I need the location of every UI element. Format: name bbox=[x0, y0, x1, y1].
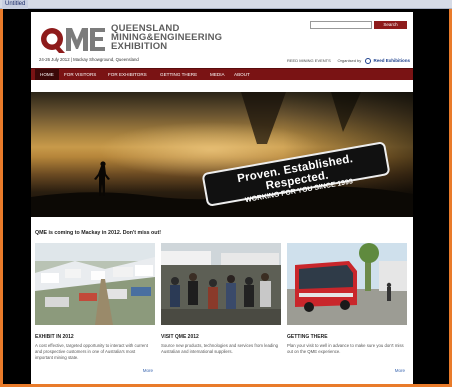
main-nav: HOME FOR VISITORS FOR EXHIBITORS GETTING… bbox=[31, 68, 413, 80]
column-visit: VISIT QME 2012 Source new products, tech… bbox=[161, 243, 281, 354]
logo-wordmark: QUEENSLAND MINING&ENGINEERING EXHIBITION bbox=[111, 24, 222, 52]
web-page: QUEENSLAND MINING&ENGINEERING EXHIBITION… bbox=[31, 12, 413, 384]
nav-item-home[interactable]: HOME bbox=[35, 69, 59, 80]
intro-text: QME is coming to Mackay in 2012. Don't m… bbox=[35, 230, 162, 236]
exhibit-more-link[interactable]: More bbox=[143, 368, 153, 373]
exhibit-photo[interactable] bbox=[35, 243, 155, 325]
sponsor-organised-label: Organised by bbox=[337, 58, 362, 64]
getting-there-more-link[interactable]: More bbox=[395, 368, 405, 373]
getting-there-text: Plan your visit to well in advance to ma… bbox=[287, 343, 404, 354]
getting-there-title[interactable]: GETTING THERE bbox=[287, 334, 328, 340]
search-input[interactable] bbox=[310, 21, 372, 29]
exhibit-title[interactable]: EXHIBIT IN 2012 bbox=[35, 334, 74, 340]
qme-logo-icon[interactable] bbox=[39, 24, 107, 54]
sponsor-name[interactable]: Reed Exhibitions bbox=[374, 58, 411, 63]
browser-tab-strip: Untitled bbox=[0, 0, 452, 9]
visit-text: Source new products, technologies and se… bbox=[161, 343, 279, 354]
column-getting-there: GETTING THERE Plan your visit to well in… bbox=[287, 243, 407, 373]
exhibit-photo-image bbox=[35, 243, 155, 325]
nav-item-media[interactable]: MEDIA bbox=[205, 69, 230, 80]
sponsor-row: REED MINING EVENTS Organised by Reed Exh… bbox=[287, 58, 410, 64]
bus-photo[interactable] bbox=[287, 243, 407, 325]
site-header: QUEENSLAND MINING&ENGINEERING EXHIBITION… bbox=[31, 12, 413, 68]
nav-item-about[interactable]: ABOUT bbox=[229, 69, 255, 80]
bus-photo-image bbox=[287, 243, 407, 325]
exhibit-text: A cost effective, targeted opportunity t… bbox=[35, 343, 148, 360]
browser-tab[interactable]: Untitled bbox=[2, 0, 29, 9]
browser-viewport: QUEENSLAND MINING&ENGINEERING EXHIBITION… bbox=[3, 9, 449, 384]
logo-line-exhibition: EXHIBITION bbox=[111, 41, 168, 52]
event-dates: 24-26 July 2012 | Mackay Showground, Que… bbox=[39, 57, 139, 62]
reed-logo-icon bbox=[365, 58, 372, 64]
column-exhibit: EXHIBIT IN 2012 A cost effective, target… bbox=[35, 243, 155, 373]
nav-item-getting-there[interactable]: GETTING THERE bbox=[155, 69, 202, 80]
nav-item-for-exhibitors[interactable]: FOR EXHIBITORS bbox=[103, 69, 152, 80]
visit-photo-image bbox=[161, 243, 281, 325]
sponsor-prefix: REED MINING EVENTS bbox=[287, 58, 331, 64]
visit-title[interactable]: VISIT QME 2012 bbox=[161, 334, 199, 340]
visit-photo[interactable] bbox=[161, 243, 281, 325]
nav-item-for-visitors[interactable]: FOR VISITORS bbox=[59, 69, 101, 80]
search-button[interactable]: Search bbox=[374, 21, 407, 29]
hero-banner[interactable]: Proven. Established. Respected. WORKING … bbox=[31, 92, 413, 217]
